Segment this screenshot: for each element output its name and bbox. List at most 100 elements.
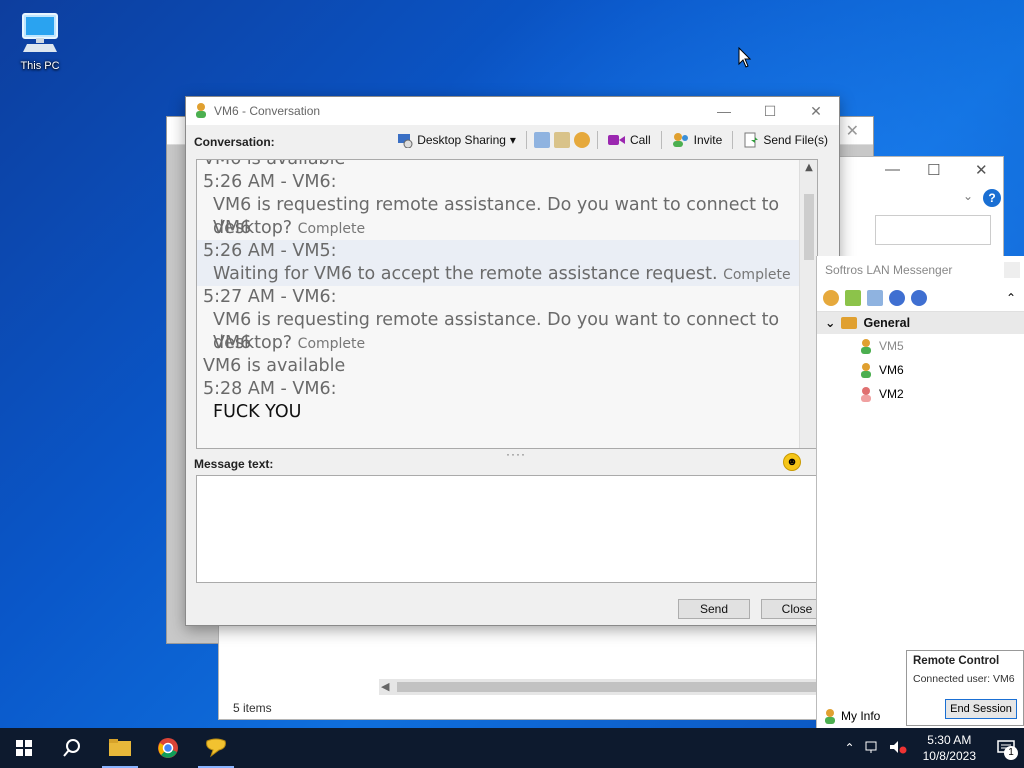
volume-muted-icon[interactable] <box>885 740 911 757</box>
user-icon <box>861 387 871 402</box>
invite-button[interactable]: Invite <box>669 130 726 150</box>
message-text: 5:27 AM - VM6: <box>203 287 337 307</box>
desktop-sharing-label: Desktop Sharing <box>417 133 506 147</box>
network-icon[interactable] <box>861 740 885 757</box>
call-button[interactable]: Call <box>605 131 654 149</box>
file-explorer-taskbar-button[interactable] <box>96 728 144 768</box>
help-icon[interactable] <box>889 289 905 306</box>
connected-user-text: Connected user: VM6 <box>913 673 1015 685</box>
system-tray: ⌃ 5:30 AM 10/8/2023 1 <box>839 728 1024 768</box>
conversation-transcript[interactable]: VM6 is available 5:26 AM - VM6: VM6 is req… <box>196 159 818 449</box>
chevron-down-icon[interactable]: ⌄ <box>963 189 973 203</box>
user-item-vm6[interactable]: VM6 <box>817 358 1024 382</box>
invite-label: Invite <box>693 133 723 147</box>
close-icon[interactable]: ✕ <box>975 161 988 179</box>
scroll-thumb[interactable] <box>804 194 814 260</box>
history-icon[interactable] <box>533 132 550 148</box>
minimize-button[interactable]: — <box>701 97 747 125</box>
delivery-status: Complete <box>297 336 366 352</box>
send-button[interactable]: Send <box>678 599 750 619</box>
transcript-line: desktop? Complete <box>203 217 797 241</box>
maximize-button[interactable]: ☐ <box>747 97 793 125</box>
user-item-vm5[interactable]: VM5 <box>817 334 1024 358</box>
maximize-icon[interactable]: ☐ <box>927 161 940 179</box>
transcript-line: FUCK YOU <box>203 401 797 424</box>
conversation-toolbar: Conversation: Desktop Sharing ▾ Call Inv… <box>186 127 839 155</box>
messenger-title-bar[interactable]: Softros LAN Messenger <box>817 256 1024 284</box>
taskbar: ⌃ 5:30 AM 10/8/2023 1 <box>0 728 1024 768</box>
messenger-taskbar-button[interactable] <box>192 728 240 768</box>
send-file-icon <box>744 132 759 148</box>
scroll-up-icon[interactable]: ▲ <box>800 162 817 173</box>
minimize-icon[interactable]: — <box>885 161 900 178</box>
message-text: FUCK YOU <box>213 402 302 422</box>
user-icon <box>861 339 871 354</box>
user-icon <box>825 709 835 724</box>
emoticon-icon[interactable]: ☻ <box>783 453 801 471</box>
windows-logo-icon <box>16 740 32 756</box>
transcript-line: 5:28 AM - VM6: <box>203 378 797 401</box>
info-icon[interactable] <box>911 289 927 306</box>
clock-time: 5:30 AM <box>927 733 972 747</box>
close-button[interactable]: ✕ <box>793 97 839 125</box>
message-text: desktop? <box>213 333 293 353</box>
messenger-chat-icon <box>206 738 226 758</box>
user-name: VM5 <box>879 339 904 353</box>
send-files-label: Send File(s) <box>763 133 828 147</box>
user-icon <box>861 363 871 378</box>
video-call-icon <box>607 135 625 145</box>
transcript-line: desktop? Complete <box>203 332 797 356</box>
history-icon[interactable] <box>867 289 883 306</box>
invite-users-icon <box>672 133 688 147</box>
start-button[interactable] <box>0 728 48 768</box>
end-session-button[interactable]: End Session <box>945 699 1017 719</box>
message-input[interactable] <box>196 475 818 583</box>
open-folder-icon[interactable] <box>845 289 861 306</box>
message-text: VM6 is available <box>203 159 346 169</box>
scroll-left-icon[interactable]: ◀ <box>381 679 389 695</box>
notification-count: 1 <box>1004 746 1018 760</box>
settings-icon[interactable] <box>573 132 590 148</box>
vertical-scrollbar[interactable]: ▲ <box>799 160 817 448</box>
send-files-button[interactable]: Send File(s) <box>740 130 831 150</box>
close-icon[interactable]: ✕ <box>846 121 859 141</box>
transcript-line: 5:26 AM - VM5: <box>203 240 797 263</box>
transcript-line: VM6 is available <box>203 159 797 171</box>
message-text: 5:26 AM - VM5: <box>203 241 337 261</box>
window-title: VM6 - Conversation <box>214 104 321 118</box>
chrome-taskbar-button[interactable] <box>144 728 192 768</box>
notification-center-button[interactable]: 1 <box>988 728 1024 768</box>
desktop-sharing-button[interactable]: Desktop Sharing ▾ <box>394 130 519 150</box>
group-icon <box>841 317 858 329</box>
search-box[interactable] <box>875 215 991 245</box>
conversation-label: Conversation: <box>194 135 275 149</box>
remote-control-popup: Remote Control Connected user: VM6 End S… <box>906 650 1024 726</box>
chevron-up-icon[interactable]: ⌃ <box>1006 291 1016 305</box>
delivery-status: Complete <box>723 267 791 283</box>
messenger-title: Softros LAN Messenger <box>825 263 953 277</box>
close-icon[interactable] <box>1004 262 1020 278</box>
my-info-button[interactable]: My Info <box>823 708 880 724</box>
title-bar[interactable]: VM6 - Conversation — ☐ ✕ <box>186 97 839 125</box>
search-icon <box>63 739 80 757</box>
user-item-vm2[interactable]: VM2 <box>817 382 1024 406</box>
splitter-grip[interactable]: ···· <box>506 447 526 461</box>
settings-icon[interactable] <box>823 289 839 306</box>
search-button[interactable] <box>48 728 96 768</box>
chevron-down-icon: ⌄ <box>825 316 836 330</box>
help-icon[interactable]: ? <box>983 189 1001 207</box>
message-text-label: Message text: <box>194 457 274 471</box>
my-info-label: My Info <box>841 709 881 723</box>
chrome-icon <box>158 738 178 758</box>
chevron-up-icon[interactable]: ⌃ <box>839 741 861 755</box>
clock-date: 10/8/2023 <box>922 749 976 763</box>
call-label: Call <box>629 133 651 147</box>
this-pc-desktop-icon[interactable]: This PC <box>12 10 68 72</box>
group-general[interactable]: ⌄ General <box>817 312 1024 334</box>
contacts-icon[interactable] <box>553 132 570 148</box>
clock[interactable]: 5:30 AM 10/8/2023 <box>911 732 988 764</box>
message-text: VM6 is available <box>203 356 346 376</box>
transcript-line: VM6 is available <box>203 355 797 378</box>
transcript-line: 5:27 AM - VM6: <box>203 286 797 309</box>
dropdown-arrow-icon: ▾ <box>509 133 516 147</box>
